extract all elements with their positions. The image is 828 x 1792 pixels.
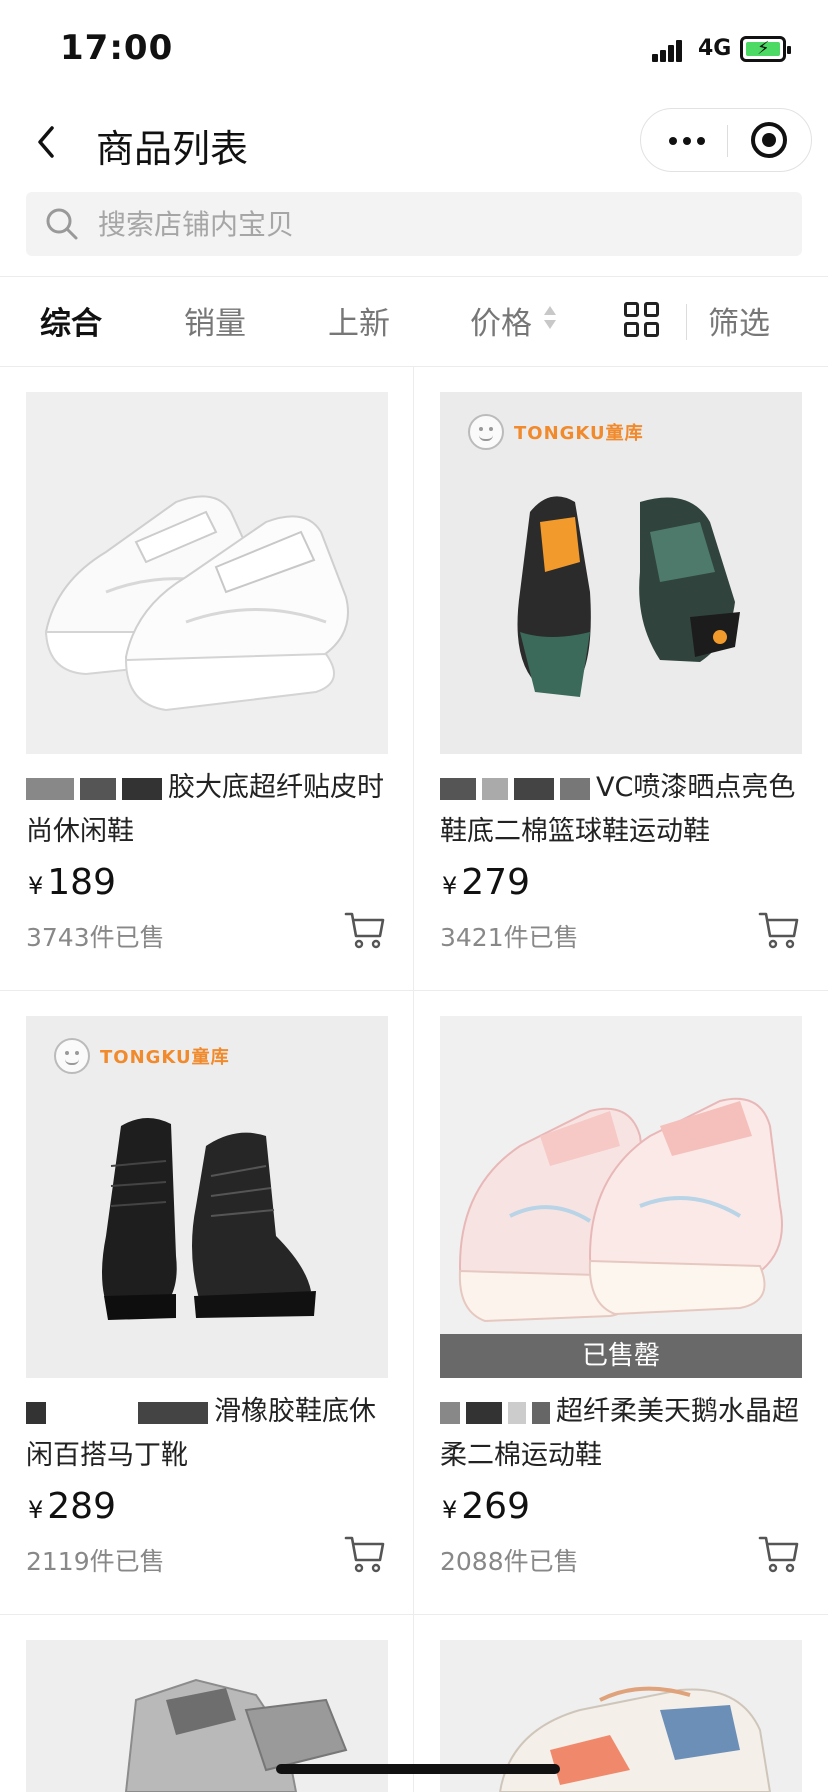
sort-divider — [686, 304, 687, 340]
product-card[interactable]: TONGKU童库 滑橡胶鞋底休闲百搭马丁靴 ¥289 2119件已售 — [26, 990, 414, 1614]
more-icon[interactable] — [663, 109, 713, 171]
sold-count: 3743件已售 — [26, 923, 165, 952]
search-input[interactable] — [98, 192, 778, 256]
currency-symbol: ¥ — [442, 872, 458, 900]
product-price: ¥189 — [28, 862, 116, 903]
product-card[interactable]: TONGKU童库 VC喷漆晒点亮色鞋底二棉篮球鞋运动鞋 ¥279 3421件已售 — [440, 366, 828, 990]
signal-icon — [652, 38, 688, 62]
product-price: ¥279 — [442, 862, 530, 903]
redaction-mark — [560, 777, 590, 800]
sold-count: 2088件已售 — [440, 1547, 579, 1576]
cart-icon[interactable] — [758, 910, 800, 950]
product-title: 滑橡胶鞋底休闲百搭马丁靴 — [26, 1390, 388, 1478]
white-sneaker-illustration — [26, 392, 388, 754]
cart-icon[interactable] — [758, 1534, 800, 1574]
page-title: 商品列表 — [96, 127, 249, 171]
filter-button[interactable]: 筛选 — [708, 298, 770, 343]
redaction-mark — [80, 777, 116, 800]
sold-count: 2119件已售 — [26, 1547, 165, 1576]
back-arrow-icon[interactable] — [30, 122, 66, 162]
product-card[interactable]: 胶大底超纤贴皮时尚休闲鞋 ¥189 3743件已售 — [26, 366, 414, 990]
price-value: 279 — [461, 862, 530, 903]
miniprogram-capsule — [640, 108, 812, 172]
product-image[interactable]: TONGKU童库 — [440, 392, 802, 754]
nav-bar: 商品列表 — [0, 96, 828, 188]
price-value: 189 — [47, 862, 116, 903]
product-title: 超纤柔美天鹅水晶超柔二棉运动鞋 — [440, 1390, 802, 1478]
redaction-mark — [466, 1401, 502, 1424]
redaction-mark — [26, 1401, 46, 1424]
redaction-mark — [440, 777, 476, 800]
redaction-mark — [440, 1401, 460, 1424]
home-indicator — [276, 1764, 560, 1774]
brand-logo: TONGKU童库 — [468, 412, 644, 452]
product-price: ¥269 — [442, 1486, 530, 1527]
brand-logo: TONGKU童库 — [54, 1036, 230, 1076]
sort-bar: 综合 销量 上新 价格 筛选 — [0, 276, 828, 366]
product-title: 胶大底超纤贴皮时尚休闲鞋 — [26, 766, 388, 854]
redaction-mark — [26, 777, 74, 800]
sort-tab-price[interactable]: 价格 — [470, 298, 532, 343]
redaction-mark — [482, 777, 508, 800]
currency-symbol: ¥ — [28, 872, 44, 900]
battery-charging-icon: ⚡ — [740, 36, 791, 62]
product-image[interactable] — [26, 392, 388, 754]
redaction-mark — [532, 1401, 550, 1424]
redaction-mark — [138, 1401, 208, 1424]
sort-tab-sales[interactable]: 销量 — [184, 298, 246, 343]
redaction-mark — [52, 1401, 132, 1424]
close-target-icon[interactable] — [751, 122, 787, 158]
pink-sneaker-illustration — [440, 1016, 802, 1378]
search-bar[interactable] — [26, 192, 802, 256]
currency-symbol: ¥ — [442, 1496, 458, 1524]
network-label: 4G — [698, 36, 732, 61]
capsule-divider — [727, 125, 728, 157]
redaction-mark — [508, 1401, 526, 1424]
product-image[interactable]: TONGKU童库 — [26, 1016, 388, 1378]
redaction-mark — [122, 777, 162, 800]
sold-out-badge: 已售罄 — [440, 1334, 802, 1378]
status-time: 17:00 — [60, 28, 174, 68]
product-image[interactable]: 已售罄 — [440, 1016, 802, 1378]
product-title: VC喷漆晒点亮色鞋底二棉篮球鞋运动鞋 — [440, 766, 802, 854]
sold-count: 3421件已售 — [440, 923, 579, 952]
product-card[interactable]: 已售罄 超纤柔美天鹅水晶超柔二棉运动鞋 ¥269 2088件已售 — [440, 990, 828, 1614]
cart-icon[interactable] — [344, 910, 386, 950]
sort-tab-comprehensive[interactable]: 综合 — [40, 298, 102, 343]
brand-name: TONGKU童库 — [100, 1047, 230, 1068]
price-value: 269 — [461, 1486, 530, 1527]
currency-symbol: ¥ — [28, 1496, 44, 1524]
product-price: ¥289 — [28, 1486, 116, 1527]
sort-tab-new[interactable]: 上新 — [328, 298, 390, 343]
grid-view-icon[interactable] — [624, 302, 660, 338]
redaction-mark — [514, 777, 554, 800]
cart-icon[interactable] — [344, 1534, 386, 1574]
status-bar: 17:00 4G ⚡ — [0, 0, 828, 96]
brand-name: TONGKU童库 — [514, 423, 644, 444]
search-icon — [44, 206, 80, 242]
sort-arrows-icon — [544, 304, 558, 336]
price-value: 289 — [47, 1486, 116, 1527]
